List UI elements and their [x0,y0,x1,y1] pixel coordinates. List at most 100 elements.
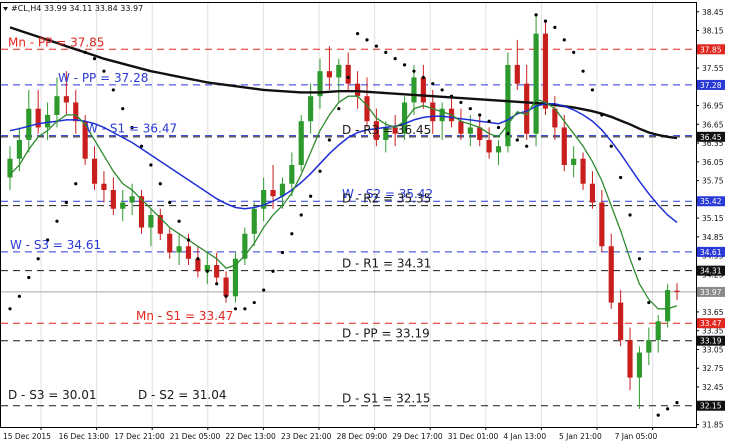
candle-bull [655,321,661,341]
price-tick-label: 32.45 [702,383,724,392]
price-tick-label: 35.15 [702,214,724,223]
candle-bear [599,202,605,247]
off-scale-pivot-label: D - S2 = 31.04 [138,388,227,402]
sar-dot [431,82,435,86]
candle-bear [514,64,520,84]
time-tick-label: 31 Dec 01:00 [448,432,499,441]
candle-bull [251,208,257,234]
price-badge-label: 37.28 [700,81,722,90]
price-badge-label: 34.31 [700,267,722,276]
candle-bull [289,164,295,184]
candle-bull [120,202,126,209]
price-badge-label: 32.15 [700,402,722,411]
chart-background [0,0,730,444]
price-tick-label: 32.75 [702,364,724,373]
sar-dot [8,307,12,311]
candle-bull [411,77,417,103]
sar-dot [318,169,322,173]
candle-bear [627,340,633,378]
candle-bear [214,265,220,278]
sar-dot [374,44,378,48]
sar-dot [534,13,538,17]
pivot-label: D - PP = 33.19 [342,327,430,341]
pivot-label: W - S1 = 36.47 [86,122,177,136]
sar-dot [487,119,491,123]
sar-dot [412,69,416,73]
candle-bear [458,121,464,134]
candle-bull [176,246,182,253]
candle-bear [195,258,201,272]
sar-dot [327,138,332,142]
time-tick-label: 15 Dec 2015 [3,432,51,441]
time-tick-label: 22 Dec 13:00 [225,432,276,441]
sar-dot [224,294,228,298]
sar-dot [468,107,472,111]
candle-bear [167,233,173,253]
sar-dot [459,100,463,105]
sar-dot [252,300,256,305]
sar-dot [365,38,369,42]
sar-dot [290,232,294,236]
candle-bear [589,183,596,203]
price-tick-label: 36.95 [702,102,724,111]
candle-bear [223,277,229,297]
off-scale-pivot-label: D - S3 = 30.01 [8,388,97,402]
sar-dot [158,182,162,186]
sar-dot [17,294,21,298]
sar-dot [186,238,191,242]
price-tick-label: 35.75 [702,177,724,186]
candle-bull [44,114,51,128]
price-tick-label: 31.85 [702,420,724,429]
symbol-header: #CL,H4 33.99 34.11 33.84 33.97 [11,4,143,13]
candle-bull [7,158,13,178]
sar-dot [440,88,444,92]
price-tick-label: 38.15 [702,27,724,36]
sar-dot [553,25,557,29]
price-tick-label: 36.05 [702,158,724,167]
sar-dot [525,144,529,148]
candle-bear [486,139,492,153]
sar-dot [647,300,651,305]
sar-dot [243,307,247,311]
sar-dot [121,107,125,111]
pivot-label: D - R1 = 34.31 [342,257,431,271]
pivot-label: D - R2 = 35.35 [342,192,431,206]
pivot-label: W - PP = 37.28 [58,71,148,85]
price-badge-label: 33.19 [700,337,722,346]
time-tick-label: 5 Jan 21:00 [559,432,602,441]
time-tick-label: 28 Dec 09:00 [337,432,388,441]
sar-dot [393,57,397,61]
sar-dot [402,63,407,67]
candle-bull [467,127,473,134]
candle-bull [336,64,342,78]
sar-dot [543,19,548,23]
price-badge-label: 36.45 [700,133,722,142]
candle-bull [636,352,643,378]
sar-dot [637,257,642,261]
price-chart[interactable]: Mn - PP = 37.85 W - PP = 37.28 W - S1 = 36… [0,0,730,444]
price-badge-label: 33.97 [700,288,722,297]
price-badge-label: 37.85 [700,45,722,54]
sar-dot [666,407,670,411]
sar-dot [600,113,604,117]
candle-bear [326,71,332,78]
price-tick-label: 33.05 [702,345,724,354]
candle-bear [63,96,69,103]
price-tick-label: 33.65 [702,308,724,317]
candle-bear [542,33,549,109]
sar-dot [562,38,566,42]
candle-bear [618,302,624,341]
sar-dot [337,107,341,111]
sar-dot [619,175,623,180]
price-badge-label: 33.47 [700,319,722,328]
sar-dot [36,257,40,261]
sar-dot [675,401,679,405]
candle-bull [533,33,539,134]
sar-dot [55,219,59,223]
candle-bull [571,158,577,165]
candle-bull [26,108,32,140]
price-tick-label: 36.65 [702,120,724,129]
candle-bear [561,127,567,165]
candle-bear [270,189,276,197]
candle-bull [665,290,671,322]
